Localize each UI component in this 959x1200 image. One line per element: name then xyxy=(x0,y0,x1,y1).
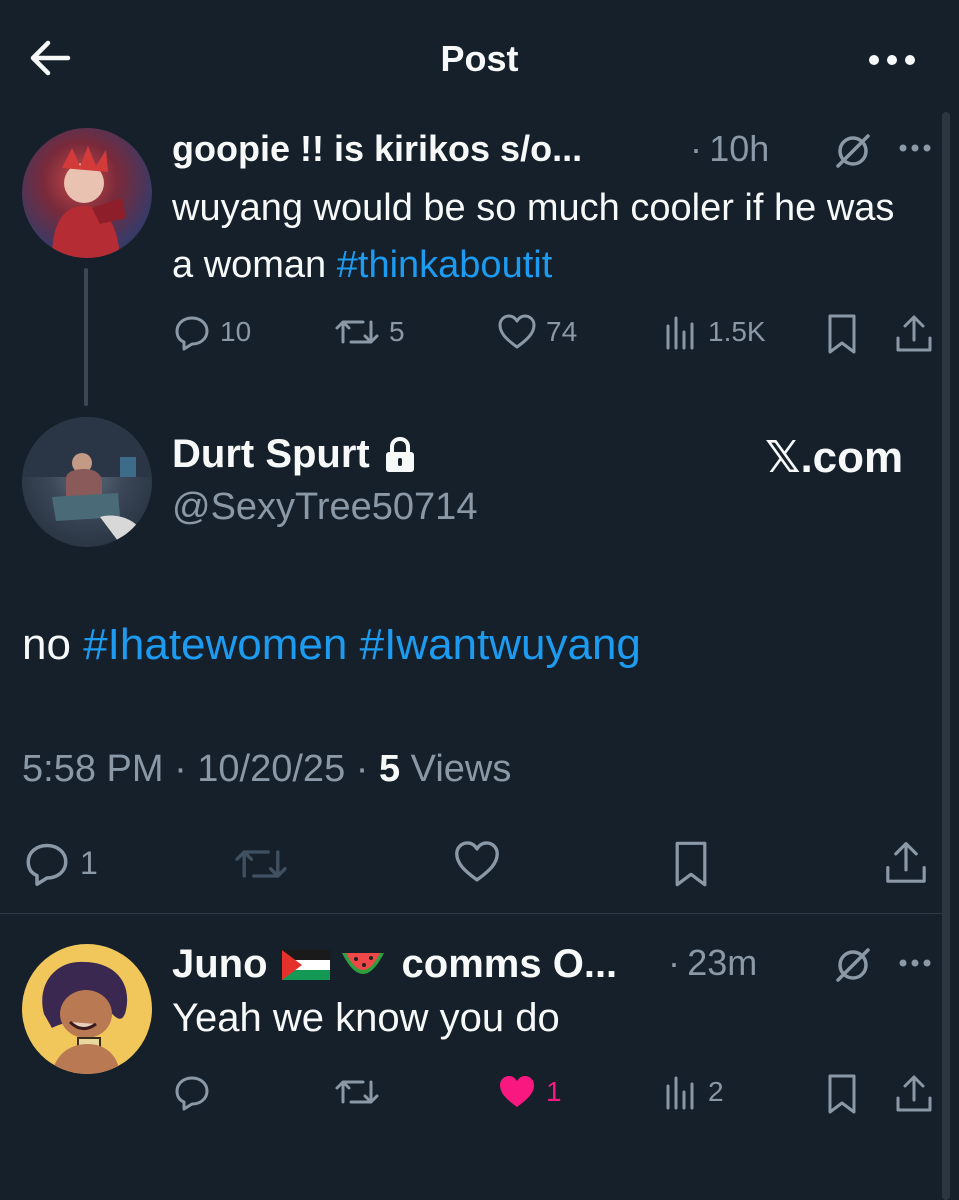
heart-icon xyxy=(498,314,536,349)
avatar-goopie[interactable] xyxy=(22,128,152,258)
post-time: · 10h xyxy=(690,128,770,169)
avatar-image xyxy=(22,417,152,541)
palestine-flag-icon xyxy=(281,949,330,980)
repost-count: 5 xyxy=(389,316,405,347)
analytics-icon xyxy=(666,316,694,350)
views-count: 5 xyxy=(378,748,401,790)
bookmark-icon xyxy=(828,314,856,354)
avatar-durt-spurt[interactable] xyxy=(22,417,152,547)
share-icon xyxy=(896,1075,932,1112)
post-text: no #Ihatewomen #Iwantwuyang xyxy=(22,620,641,669)
grok-icon xyxy=(836,948,870,982)
source-label: 𝕏.com xyxy=(765,433,904,482)
hashtag-link[interactable]: #thinkaboutit xyxy=(337,244,553,286)
share-button[interactable] xyxy=(882,838,930,888)
reply-button[interactable]: 10 xyxy=(172,312,251,352)
views-count: 1.5K xyxy=(708,316,766,347)
views-count: 2 xyxy=(708,1076,724,1107)
hashtag-link[interactable]: #Ihatewomen xyxy=(83,620,347,669)
author-name[interactable]: Durt Spurt xyxy=(172,432,418,477)
heart-filled-icon xyxy=(500,1076,534,1107)
post-meta: 5:58 PM · 10/20/25 · 5 Views xyxy=(22,748,512,790)
analytics-icon xyxy=(666,1076,694,1110)
share-icon xyxy=(886,842,926,883)
like-button[interactable]: 74 xyxy=(496,312,577,352)
author-handle[interactable]: @SexyTree50714 xyxy=(172,486,477,529)
post-text: Yeah we know you do xyxy=(172,996,560,1040)
share-button[interactable] xyxy=(893,312,935,356)
bookmark-button[interactable] xyxy=(822,312,862,356)
reply-count: 10 xyxy=(220,316,252,347)
hashtag-link[interactable]: #Iwantwuyang xyxy=(360,620,641,669)
repost-button[interactable]: 5 xyxy=(333,312,405,352)
thread-line xyxy=(84,268,88,406)
repost-icon xyxy=(335,1080,379,1104)
divider xyxy=(0,913,942,914)
author-name[interactable]: Juno comms O... xyxy=(172,942,617,987)
like-count: 74 xyxy=(546,316,578,347)
grok-button[interactable] xyxy=(833,130,873,170)
reply-count: 1 xyxy=(80,844,98,881)
more-options-button[interactable] xyxy=(862,40,922,80)
avatar-juno[interactable] xyxy=(22,944,152,1074)
repost-button[interactable] xyxy=(232,840,290,888)
bookmark-button[interactable] xyxy=(822,1072,862,1116)
post-text: wuyang would be so much cooler if he was… xyxy=(172,187,895,286)
reply-icon xyxy=(175,316,209,351)
like-button[interactable]: 1 xyxy=(496,1072,562,1112)
lock-icon xyxy=(385,436,414,472)
bookmark-icon xyxy=(675,841,707,887)
author-name[interactable]: goopie !! is kirikos s/o... xyxy=(172,128,582,170)
scrollbar[interactable] xyxy=(942,112,950,1200)
more-horizontal-icon xyxy=(899,959,931,967)
post-time: · 23m xyxy=(668,942,758,983)
bookmark-icon xyxy=(828,1074,856,1114)
reply-icon xyxy=(26,843,68,886)
reply-icon xyxy=(175,1076,209,1111)
share-icon xyxy=(896,315,932,352)
more-horizontal-icon xyxy=(899,144,931,152)
bookmark-button[interactable] xyxy=(668,838,714,890)
avatar-image xyxy=(42,961,128,1074)
repost-button[interactable] xyxy=(333,1072,389,1112)
grok-button[interactable] xyxy=(833,944,873,984)
views-button[interactable]: 1.5K xyxy=(660,312,766,352)
repost-icon xyxy=(235,850,287,878)
more-horizontal-icon xyxy=(869,55,915,65)
like-button[interactable] xyxy=(452,838,502,886)
post-more-button[interactable] xyxy=(895,948,935,978)
views-button[interactable]: 2 xyxy=(660,1072,724,1112)
heart-icon xyxy=(455,841,499,882)
avatar-image xyxy=(52,146,126,258)
reply-button[interactable] xyxy=(172,1072,220,1112)
share-button[interactable] xyxy=(893,1072,935,1116)
watermelon-icon xyxy=(341,952,384,974)
page-title: Post xyxy=(440,38,519,79)
repost-icon xyxy=(335,320,379,344)
post-more-button[interactable] xyxy=(895,133,935,163)
grok-icon xyxy=(836,134,870,168)
like-count: 1 xyxy=(546,1076,562,1107)
reply-button[interactable]: 1 xyxy=(22,838,98,888)
